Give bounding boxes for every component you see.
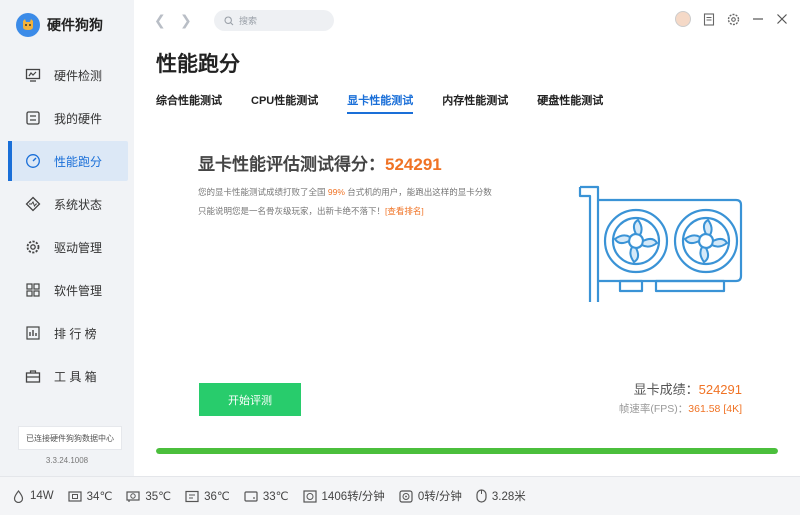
benchmark-tabs: 综合性能测试 CPU性能测试 显卡性能测试 内存性能测试 硬盘性能测试 xyxy=(156,92,632,114)
app-logo: 硬件狗狗 xyxy=(16,13,103,37)
desc-text: 您的显卡性能测试成绩打败了全国 xyxy=(198,187,328,197)
back-arrow-icon[interactable]: ❮ xyxy=(154,12,166,29)
sidebar-item-driver-manager[interactable]: 驱动管理 xyxy=(8,227,128,267)
sidebar-item-benchmark[interactable]: 性能跑分 xyxy=(8,141,128,181)
sidebar-item-label: 我的硬件 xyxy=(54,111,103,126)
dog-logo-icon xyxy=(16,13,40,37)
tab-disk-test[interactable]: 硬盘性能测试 xyxy=(537,92,603,114)
gpu-temp-reading: 35℃ xyxy=(126,489,171,503)
search-input[interactable]: 搜索 xyxy=(214,10,334,31)
monitor-icon xyxy=(24,66,42,84)
page-title: 性能跑分 xyxy=(156,53,240,76)
sidebar-item-label: 性能跑分 xyxy=(54,154,103,169)
close-icon[interactable] xyxy=(776,13,788,25)
mouse-distance-reading: 3.28米 xyxy=(476,488,526,504)
score-heading-label: 显卡性能评估测试得分： xyxy=(198,155,385,174)
topbar: ❮ ❯ 搜索 xyxy=(134,0,800,40)
sidebar-item-label: 排 行 榜 xyxy=(54,326,97,341)
power-value: 14W xyxy=(30,490,54,502)
window-controls xyxy=(663,11,788,27)
gpu-fan-reading: 0转/分钟 xyxy=(399,488,462,504)
disk-temp-icon xyxy=(244,490,258,503)
ranking-icon xyxy=(24,324,42,342)
board-temp-reading: 36℃ xyxy=(185,489,230,503)
score-heading-value: 524291 xyxy=(385,155,442,174)
gpu-temp-value: 35℃ xyxy=(145,491,172,503)
tab-overall-test[interactable]: 综合性能测试 xyxy=(156,92,222,114)
gpu-score-label: 显卡成绩： xyxy=(633,382,699,397)
cpu-temp-icon xyxy=(68,490,82,503)
fps-result: 帧速率(FPS)：361.58 [4K] xyxy=(619,401,742,416)
sidebar-item-software-manager[interactable]: 软件管理 xyxy=(8,270,128,310)
gpu-score-result: 显卡成绩：524291 xyxy=(634,379,742,398)
fps-value: 361.58 [4K] xyxy=(688,403,742,415)
user-avatar-icon[interactable] xyxy=(675,11,691,27)
data-center-status[interactable]: 已连接硬件狗狗数据中心 xyxy=(18,426,122,450)
cpu-fan-value: 1406转/分钟 xyxy=(321,491,385,503)
apps-icon xyxy=(24,281,42,299)
sensor-statusbar: 14W 34℃ 35℃ 36℃ 33℃ 1406转/分钟 0转/分钟 3.28米 xyxy=(0,476,800,515)
sidebar-nav: 硬件检测 我的硬件 性能跑分 系统状态 驱动管理 软件管理 排 行 榜 工 具 xyxy=(8,55,128,399)
speedometer-icon xyxy=(24,152,42,170)
tab-memory-test[interactable]: 内存性能测试 xyxy=(442,92,508,114)
mouse-distance-value: 3.28米 xyxy=(491,491,526,503)
document-icon[interactable] xyxy=(703,12,715,26)
search-placeholder: 搜索 xyxy=(239,16,258,26)
benchmark-progress-bar xyxy=(156,448,778,454)
gpu-temp-icon xyxy=(126,490,140,503)
hardware-icon xyxy=(24,109,42,127)
power-icon xyxy=(12,489,25,503)
score-description: 您的显卡性能测试成绩打败了全国 99% 台式机的用户，能跑出这样的显卡分数只能说… xyxy=(198,183,498,221)
sidebar-item-label: 系统状态 xyxy=(54,197,103,212)
cpu-temp-value: 34℃ xyxy=(86,491,113,503)
gpu-score-value: 524291 xyxy=(698,382,742,397)
main-panel: ❮ ❯ 搜索 性能跑分 综合性能测试 CPU性能测试 显卡性能测试 内存性能测试… xyxy=(134,0,800,476)
board-temp-value: 36℃ xyxy=(204,491,230,503)
cpu-fan-icon xyxy=(302,489,317,503)
disk-temp-value: 33℃ xyxy=(262,491,289,503)
sidebar-item-label: 驱动管理 xyxy=(54,240,103,255)
sidebar-item-label: 硬件检测 xyxy=(54,68,103,83)
sidebar: 硬件狗狗 硬件检测 我的硬件 性能跑分 系统状态 驱动管理 软件管理 排 行 榜… xyxy=(0,0,134,476)
sidebar-item-toolbox[interactable]: 工 具 箱 xyxy=(8,356,128,396)
power-reading: 14W xyxy=(12,489,54,503)
mouse-icon xyxy=(476,489,487,503)
toolbox-icon xyxy=(24,367,42,385)
board-temp-icon xyxy=(185,490,199,503)
view-ranking-link[interactable]: [查看排名] xyxy=(385,206,424,216)
cpu-temp-reading: 34℃ xyxy=(68,489,113,503)
settings-icon[interactable] xyxy=(727,13,740,26)
fps-label: 帧速率(FPS)： xyxy=(618,403,689,415)
beat-percent: 99% xyxy=(327,187,345,197)
app-name: 硬件狗狗 xyxy=(47,17,103,33)
gpu-fan-icon xyxy=(399,489,413,503)
sidebar-item-label: 软件管理 xyxy=(54,283,103,298)
disk-temp-reading: 33℃ xyxy=(244,489,289,503)
minimize-icon[interactable] xyxy=(752,13,764,25)
search-icon xyxy=(224,15,234,25)
sidebar-item-my-hardware[interactable]: 我的硬件 xyxy=(8,98,128,138)
tab-gpu-test[interactable]: 显卡性能测试 xyxy=(347,92,414,114)
sidebar-item-ranking[interactable]: 排 行 榜 xyxy=(8,313,128,353)
sidebar-item-hardware-detect[interactable]: 硬件检测 xyxy=(8,55,128,95)
gear-icon xyxy=(24,238,42,256)
sidebar-item-label: 工 具 箱 xyxy=(54,369,97,384)
cpu-fan-reading: 1406转/分钟 xyxy=(302,488,385,504)
tab-cpu-test[interactable]: CPU性能测试 xyxy=(251,92,318,114)
app-version: 3.3.24.1008 xyxy=(45,456,89,465)
benchmark-progress-fill xyxy=(156,448,778,454)
diamond-icon xyxy=(24,195,42,213)
sidebar-item-system-status[interactable]: 系统状态 xyxy=(8,184,128,224)
forward-arrow-icon[interactable]: ❯ xyxy=(180,12,192,29)
score-heading: 显卡性能评估测试得分：524291 xyxy=(198,150,442,175)
graphics-card-icon xyxy=(578,185,743,302)
start-benchmark-button[interactable]: 开始评测 xyxy=(199,383,301,416)
gpu-fan-value: 0转/分钟 xyxy=(417,491,462,503)
